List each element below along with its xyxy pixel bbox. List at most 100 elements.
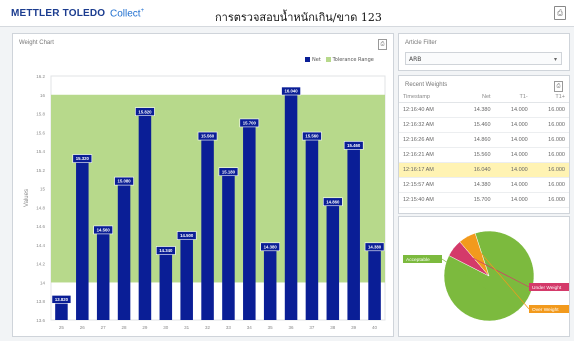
- app-window: METTLER TOLEDO Collect+ การตรวจสอบน้ำหนั…: [0, 0, 574, 341]
- data-label: 14.860: [326, 199, 340, 204]
- bar: [347, 145, 360, 320]
- x-tick-label: 35: [268, 325, 274, 330]
- weight-chart-panel: Weight Chart Net Tolerance Range ⎙ 13.6 1…: [12, 33, 394, 337]
- bar: [243, 122, 256, 320]
- pie-label: Acceptable: [406, 257, 430, 263]
- x-tick-label: 31: [184, 325, 190, 330]
- cell-t1-minus: 14.000: [494, 117, 532, 133]
- recent-weights-table: Timestamp Net T1- T1+ 12:16:40 AM 14.380 1…: [399, 91, 569, 208]
- cell-t1-minus: 14.000: [494, 132, 532, 148]
- data-label: 15.080: [117, 179, 131, 184]
- app-name[interactable]: Collect+: [110, 8, 144, 19]
- data-label: 15.180: [222, 169, 236, 174]
- bar-chart: 13.6 13.8 14 14.2 14.4 14.6 14.8 15 15.2 15.4 15.6…: [24, 74, 386, 330]
- x-tick-label: 40: [372, 325, 378, 330]
- bar: [138, 111, 152, 321]
- table-row[interactable]: 12:16:26 AM 14.860 14.000 16.000: [399, 132, 569, 148]
- x-tick-label: 36: [289, 325, 295, 330]
- y-tick-label: 14: [40, 280, 46, 285]
- data-label: 15.460: [347, 143, 361, 148]
- pie-label: Under Weight: [532, 285, 562, 291]
- cell-t1-plus: 16.000: [531, 117, 569, 133]
- x-tick-label: 26: [80, 325, 86, 330]
- y-axis-label: Values: [24, 189, 30, 207]
- y-tick-label: 15.8: [36, 112, 45, 117]
- y-tick-label: 13.6: [36, 318, 45, 323]
- x-tick-label: 30: [163, 325, 169, 330]
- bar: [76, 158, 89, 320]
- column-header-timestamp[interactable]: Timestamp: [399, 91, 458, 103]
- cell-timestamp: 12:15:40 AM: [399, 192, 458, 208]
- y-tick-label: 14.8: [36, 205, 45, 210]
- y-tick-label: 16.2: [36, 74, 45, 79]
- data-label: 16.040: [284, 89, 298, 94]
- y-tick-label: 14.6: [36, 224, 45, 229]
- x-tick-label: 33: [226, 325, 232, 330]
- data-label: 15.820: [138, 109, 152, 114]
- cell-t1-minus: 14.000: [494, 192, 532, 208]
- column-header-net[interactable]: Net: [457, 91, 495, 103]
- cell-net: 14.380: [457, 102, 495, 118]
- cell-net: 15.460: [457, 117, 495, 133]
- cell-t1-plus: 16.000: [531, 177, 569, 193]
- column-header-t1-minus[interactable]: T1-: [494, 91, 532, 103]
- column-header-t1-plus[interactable]: T1+: [531, 91, 569, 103]
- panel-title: Recent Weights: [405, 82, 448, 88]
- pie-label: Over Weight: [532, 307, 559, 313]
- data-label: 14.500: [180, 233, 194, 238]
- cell-t1-plus: 16.000: [531, 192, 569, 208]
- table-row[interactable]: 12:16:40 AM 14.380 14.000 16.000: [399, 102, 569, 118]
- table-row[interactable]: 12:16:32 AM 15.460 14.000 16.000: [399, 117, 569, 133]
- table-row[interactable]: 12:16:17 AM 16.040 14.000 16.000: [399, 162, 569, 178]
- data-label: 15.700: [243, 121, 257, 126]
- x-tick-label: 25: [59, 325, 65, 330]
- y-tick-label: 15: [40, 187, 46, 192]
- panel-title: Article Filter: [405, 40, 437, 46]
- cell-net: 15.700: [457, 192, 495, 208]
- recent-weights-panel: Recent Weights ⎙ Timestamp Net T1- T1+ 1…: [398, 75, 570, 214]
- data-label: 13.820: [55, 297, 69, 302]
- table-row[interactable]: 12:15:40 AM 15.700 14.000 16.000: [399, 192, 569, 208]
- bar: [284, 91, 298, 320]
- data-label: 15.320: [76, 156, 90, 161]
- data-label: 14.560: [97, 228, 111, 233]
- bar: [117, 181, 131, 320]
- y-tick-label: 15.2: [36, 168, 45, 173]
- bar: [96, 229, 110, 320]
- bar: [222, 171, 235, 320]
- cell-t1-plus: 16.000: [531, 102, 569, 118]
- cell-timestamp: 12:16:32 AM: [399, 117, 458, 133]
- y-tick-label: 16: [40, 93, 46, 98]
- cell-t1-plus: 16.000: [531, 147, 569, 163]
- article-filter-panel: Article Filter ARB ▾: [398, 33, 570, 71]
- cell-net: 14.860: [457, 132, 495, 148]
- y-tick-label: 13.8: [36, 299, 45, 304]
- bar: [368, 246, 381, 320]
- x-tick-label: 38: [330, 325, 336, 330]
- table-row[interactable]: 12:15:57 AM 14.380 14.000 16.000: [399, 177, 569, 193]
- bar: [180, 235, 193, 320]
- chevron-down-icon: ▾: [553, 56, 557, 63]
- data-label: 15.560: [305, 134, 319, 139]
- cell-t1-minus: 14.000: [494, 177, 532, 193]
- y-tick-label: 15.4: [36, 149, 45, 154]
- bar: [305, 136, 319, 320]
- x-tick-label: 32: [205, 325, 211, 330]
- bar: [201, 136, 214, 320]
- export-icon[interactable]: ⎙: [554, 6, 566, 20]
- data-label: 15.560: [201, 134, 215, 139]
- cell-timestamp: 12:16:40 AM: [399, 102, 458, 118]
- table-row[interactable]: 12:16:21 AM 15.560 14.000 16.000: [399, 147, 569, 163]
- x-tick-label: 39: [351, 325, 357, 330]
- x-tick-label: 37: [309, 325, 315, 330]
- article-select[interactable]: ARB ▾: [405, 52, 562, 65]
- page-title: การตรวจสอบน้ำหนักเกิน/ขาด 123: [215, 11, 382, 24]
- bar: [326, 201, 340, 320]
- cell-t1-plus: 16.000: [531, 162, 569, 178]
- x-tick-label: 29: [142, 325, 148, 330]
- x-tick-label: 28: [122, 325, 128, 330]
- cell-timestamp: 12:16:26 AM: [399, 132, 458, 148]
- article-select-value: ARB: [409, 56, 422, 63]
- cell-timestamp: 12:16:21 AM: [399, 147, 458, 163]
- top-bar: METTLER TOLEDO Collect+ การตรวจสอบน้ำหนั…: [0, 0, 574, 27]
